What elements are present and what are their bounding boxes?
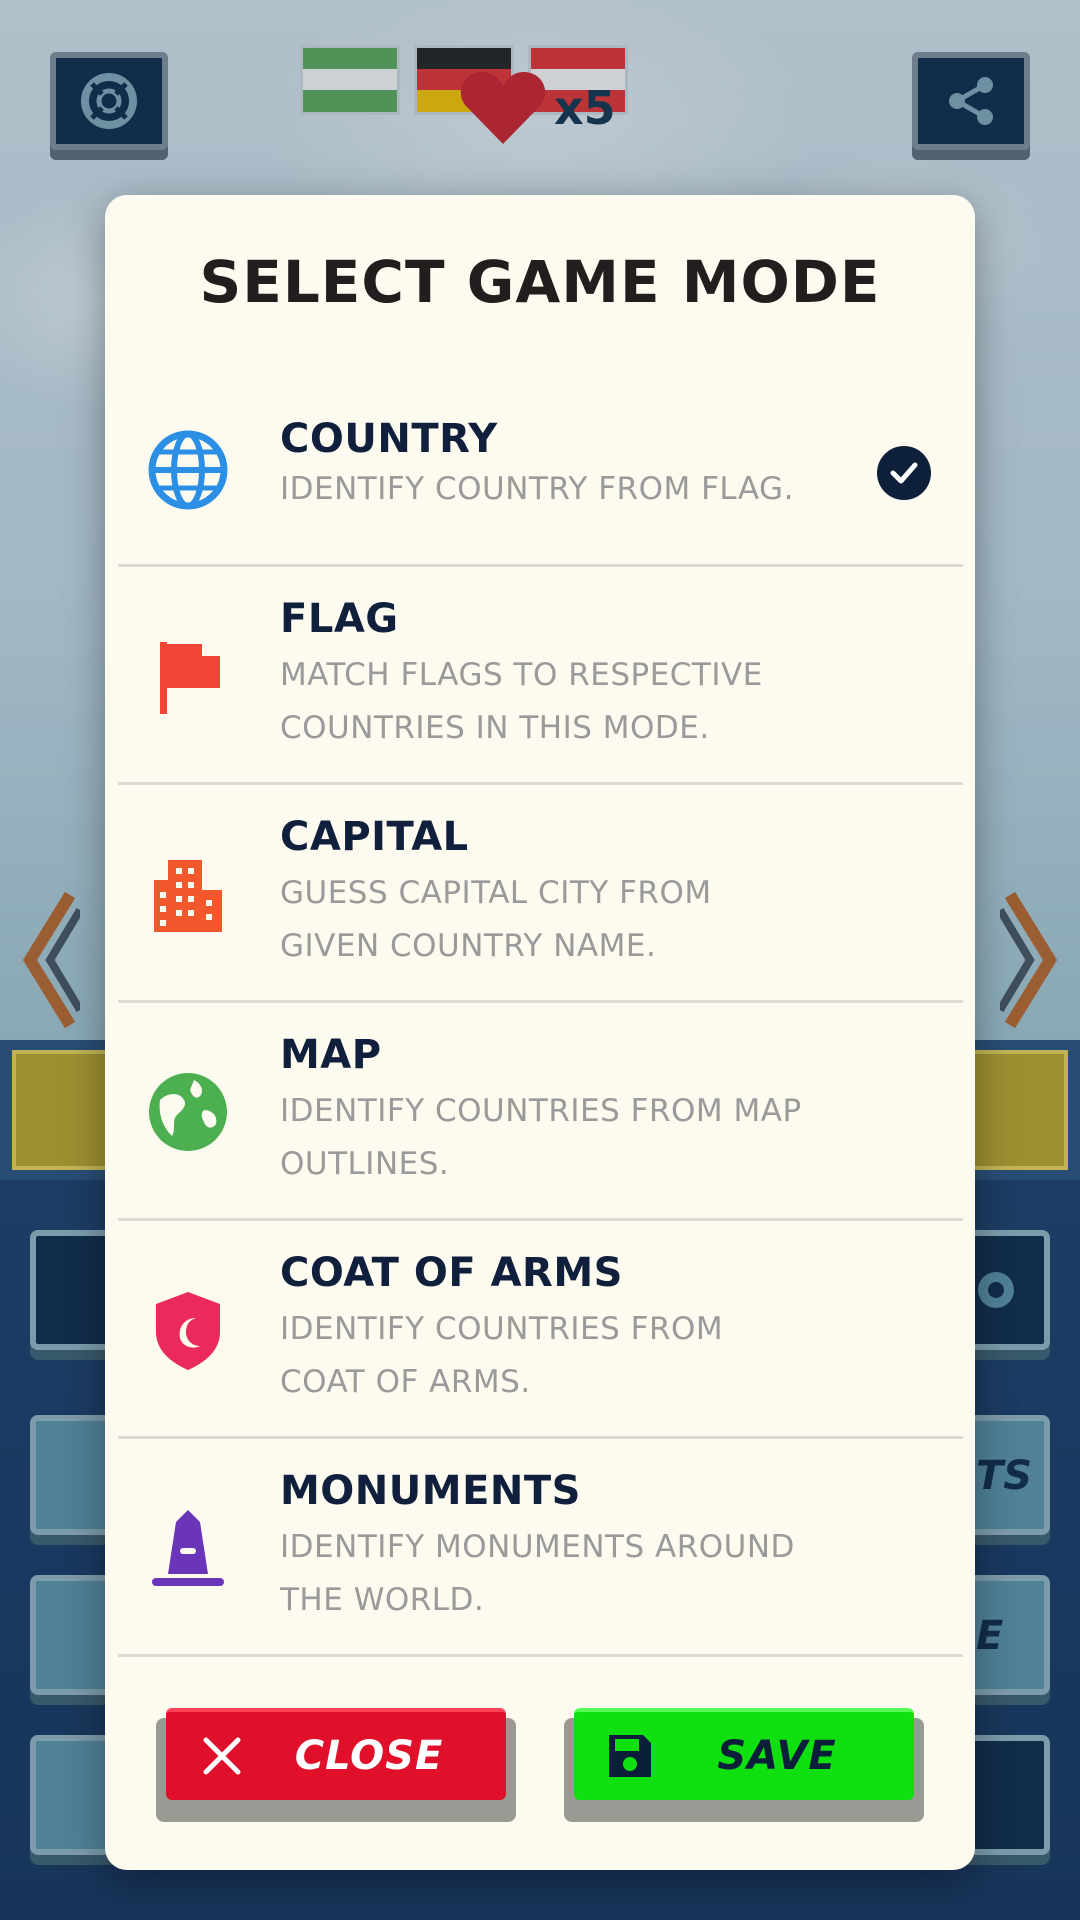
building-icon [146, 852, 230, 936]
checkmark-icon [877, 446, 931, 500]
flag-icon [146, 634, 230, 718]
mode-list: COUNTRY IDENTIFY COUNTRY FROM FLAG. FLAG… [118, 385, 963, 1657]
mode-description: MATCH FLAGS TO RESPECTIVE COUNTRIES IN T… [280, 649, 883, 755]
mode-description: IDENTIFY COUNTRIES FROM MAP OUTLINES. [280, 1085, 883, 1191]
shield-icon [146, 1288, 230, 1372]
close-button[interactable]: CLOSE [166, 1708, 506, 1800]
earth-icon [146, 1070, 230, 1154]
mode-item-flag[interactable]: FLAG MATCH FLAGS TO RESPECTIVE COUNTRIES… [118, 567, 963, 785]
mode-description: IDENTIFY COUNTRIES FROM COAT OF ARMS. [280, 1303, 883, 1409]
mode-description-line: THE WORLD. [280, 1582, 485, 1618]
mode-description-line: IDENTIFY MONUMENTS AROUND [280, 1529, 795, 1565]
mode-description: GUESS CAPITAL CITY FROM GIVEN COUNTRY NA… [280, 867, 883, 973]
mode-description-line: COAT OF ARMS. [280, 1364, 531, 1400]
mode-description-line: OUTLINES. [280, 1146, 450, 1182]
save-button[interactable]: SAVE [574, 1708, 914, 1800]
mode-description: IDENTIFY COUNTRY FROM FLAG. [280, 471, 794, 507]
save-icon [600, 1726, 660, 1786]
mode-description-line: IDENTIFY COUNTRIES FROM MAP [280, 1093, 802, 1129]
mode-name: COAT OF ARMS [280, 1250, 623, 1296]
close-button-label: CLOSE [294, 1733, 444, 1779]
mode-description-line: GUESS CAPITAL CITY FROM [280, 875, 712, 911]
mode-item-monuments[interactable]: MONUMENTS IDENTIFY MONUMENTS AROUND THE … [118, 1439, 963, 1657]
mode-name: MONUMENTS [280, 1468, 581, 1514]
mode-item-coat-of-arms[interactable]: COAT OF ARMS IDENTIFY COUNTRIES FROM COA… [118, 1221, 963, 1439]
globe-icon [146, 428, 230, 512]
mode-item-capital[interactable]: CAPITAL GUESS CAPITAL CITY FROM GIVEN CO… [118, 785, 963, 1003]
mode-description: IDENTIFY MONUMENTS AROUND THE WORLD. [280, 1521, 883, 1627]
mode-name: CAPITAL [280, 814, 469, 860]
close-icon [192, 1726, 252, 1786]
mode-description-line: COUNTRIES IN THIS MODE. [280, 710, 710, 746]
mode-item-map[interactable]: MAP IDENTIFY COUNTRIES FROM MAP OUTLINES… [118, 1003, 963, 1221]
mode-name: MAP [280, 1032, 382, 1078]
mode-description-line: GIVEN COUNTRY NAME. [280, 928, 657, 964]
mode-description-line: MATCH FLAGS TO RESPECTIVE [280, 657, 763, 693]
mode-item-country[interactable]: COUNTRY IDENTIFY COUNTRY FROM FLAG. [118, 385, 963, 567]
mode-name: FLAG [280, 596, 399, 642]
save-button-label: SAVE [717, 1733, 837, 1779]
mode-description-line: IDENTIFY COUNTRIES FROM [280, 1311, 724, 1347]
monument-icon [146, 1506, 230, 1590]
dialog-title: SELECT GAME MODE [199, 248, 881, 316]
mode-name: COUNTRY [280, 416, 498, 462]
